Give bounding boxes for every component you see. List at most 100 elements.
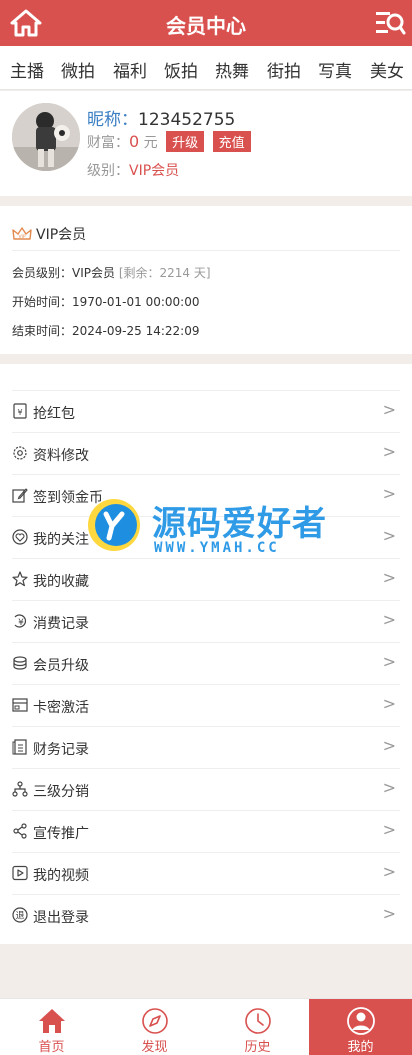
menu-item-my-videos[interactable]: 我的视频 > xyxy=(12,852,400,894)
menu-item-label: 卡密激活 xyxy=(33,700,89,716)
nav-home[interactable]: 首页 xyxy=(0,999,103,1055)
user-icon xyxy=(347,1007,375,1035)
menu-item-favorites[interactable]: 我的收藏 > xyxy=(12,558,400,600)
tab-xiezhen[interactable]: 写真 xyxy=(318,57,352,82)
vip-level-value: VIP会员 xyxy=(72,266,116,280)
upgrade-button[interactable]: 升级 xyxy=(166,131,205,152)
svg-text:¥: ¥ xyxy=(18,618,24,628)
nav-label: 首页 xyxy=(38,1040,65,1055)
menu-item-distribution[interactable]: 三级分销 > xyxy=(12,768,400,810)
compass-icon xyxy=(142,1008,168,1034)
profile-card: 昵称：123452755 财富：0 元 升级 充值 级别：VIP会员 xyxy=(0,91,412,196)
menu-item-label: 我的视频 xyxy=(33,868,89,884)
tab-meinv[interactable]: 美女 xyxy=(370,57,404,82)
vip-end-row: 结束时间：2024-09-25 14:22:09 xyxy=(12,322,199,339)
menu-item-label: 三级分销 xyxy=(33,784,89,800)
vip-level-row: 会员级别：VIP会员 [剩余：2214 天] xyxy=(12,264,211,281)
chevron-right-icon: > xyxy=(382,484,396,503)
crown-icon: VIP xyxy=(12,227,32,240)
nav-label: 发现 xyxy=(141,1040,168,1055)
nav-history[interactable]: 历史 xyxy=(206,999,309,1055)
wealth-amount: 0 xyxy=(129,132,140,151)
divider xyxy=(12,250,400,251)
vip-heading: VIP VIP会员 xyxy=(12,224,86,244)
menu-item-label: 我的关注 xyxy=(33,532,89,548)
edit-icon xyxy=(12,488,28,503)
clock-icon xyxy=(245,1008,271,1034)
wealth-unit: 元 xyxy=(143,135,158,151)
avatar[interactable] xyxy=(12,103,80,171)
vip-start-label: 开始时间： xyxy=(12,295,73,309)
menu-item-consumption[interactable]: ¥ 消费记录 > xyxy=(12,600,400,642)
chevron-right-icon: > xyxy=(382,904,396,923)
menu-item-card-activate[interactable]: 卡密激活 > xyxy=(12,684,400,726)
menu-item-upgrade[interactable]: 会员升级 > xyxy=(12,642,400,684)
avatar-photo xyxy=(12,103,80,171)
wealth-label: 财富： xyxy=(87,135,129,151)
wealth-line: 财富：0 元 升级 充值 xyxy=(87,131,251,152)
watermark-text: 源码爱好者 xyxy=(152,504,327,544)
nav-label: 历史 xyxy=(244,1040,271,1055)
menu-item-label: 消费记录 xyxy=(33,616,89,632)
level-line: 级别：VIP会员 xyxy=(87,160,179,180)
chevron-right-icon: > xyxy=(382,820,396,839)
logout-icon: 退 xyxy=(12,907,28,923)
menu-item-label: 我的收藏 xyxy=(33,574,89,590)
bottom-nav: 首页 发现 历史 我的 xyxy=(0,998,412,1055)
nav-label: 我的 xyxy=(347,1040,374,1055)
chevron-right-icon: > xyxy=(382,442,396,461)
level-value: VIP会员 xyxy=(129,163,180,179)
menu-item-label: 财务记录 xyxy=(33,742,89,758)
red-packet-icon: ¥ xyxy=(13,403,27,419)
vip-end-value: 2024-09-25 14:22:09 xyxy=(72,324,200,338)
heart-icon xyxy=(12,529,28,545)
menu-item-label: 抢红包 xyxy=(33,406,75,422)
watermark-url: WWW.YMAH.CC xyxy=(154,540,280,556)
home-icon xyxy=(39,1009,65,1033)
menu-item-promotion[interactable]: 宣传推广 > xyxy=(12,810,400,852)
card-icon xyxy=(12,698,28,712)
tab-zhubo[interactable]: 主播 xyxy=(10,57,44,82)
tab-jiepai[interactable]: 街拍 xyxy=(267,57,301,82)
vip-start-row: 开始时间：1970-01-01 00:00:00 xyxy=(12,293,199,310)
menu-item-logout[interactable]: 退 退出登录 > xyxy=(12,894,400,936)
svg-text:退: 退 xyxy=(15,911,24,922)
menu-list: ¥ 抢红包 > 资料修改 > 签到领金币 > 我的关注 > 我的收藏 > ¥ 消费记录 > … xyxy=(0,364,412,944)
menu-item-label: 宣传推广 xyxy=(33,826,89,842)
menu-item-finance[interactable]: 财务记录 > xyxy=(12,726,400,768)
category-tabs: 主播 微拍 福利 饭拍 热舞 街拍 写真 美女 xyxy=(0,46,412,90)
page-title: 会员中心 xyxy=(166,14,246,38)
vip-level-label: 会员级别： xyxy=(12,266,73,280)
gear-icon xyxy=(13,446,27,460)
chevron-right-icon: > xyxy=(382,526,396,545)
tab-rewu[interactable]: 热舞 xyxy=(215,57,249,82)
header-bar: 会员中心 xyxy=(0,0,412,46)
tab-fuli[interactable]: 福利 xyxy=(113,57,147,82)
vip-start-value: 1970-01-01 00:00:00 xyxy=(72,295,200,309)
recharge-button[interactable]: 充值 xyxy=(212,131,251,152)
chevron-right-icon: > xyxy=(382,694,396,713)
chevron-right-icon: > xyxy=(382,652,396,671)
nickname-value: 123452755 xyxy=(138,110,236,130)
svg-text:VIP: VIP xyxy=(18,234,25,240)
chevron-right-icon: > xyxy=(382,568,396,587)
nav-discover[interactable]: 发现 xyxy=(103,999,206,1055)
menu-item-red-packet[interactable]: ¥ 抢红包 > xyxy=(12,390,400,432)
svg-text:¥: ¥ xyxy=(17,408,22,417)
vip-remaining: [剩余：2214 天] xyxy=(118,266,211,280)
hierarchy-icon xyxy=(12,781,28,797)
vip-title: VIP会员 xyxy=(36,227,87,243)
tab-weipai[interactable]: 微拍 xyxy=(61,57,95,82)
chevron-right-icon: > xyxy=(382,610,396,629)
chevron-right-icon: > xyxy=(382,736,396,755)
nav-mine[interactable]: 我的 xyxy=(309,999,412,1055)
document-icon xyxy=(12,739,27,755)
yen-icon: ¥ xyxy=(14,614,26,628)
level-label: 级别： xyxy=(87,163,129,179)
search-menu-icon[interactable] xyxy=(374,8,406,38)
menu-item-profile-edit[interactable]: 资料修改 > xyxy=(12,432,400,474)
nickname-label: 昵称： xyxy=(87,110,138,130)
tab-fanpai[interactable]: 饭拍 xyxy=(164,57,198,82)
coins-icon xyxy=(13,656,27,670)
chevron-right-icon: > xyxy=(382,400,396,419)
